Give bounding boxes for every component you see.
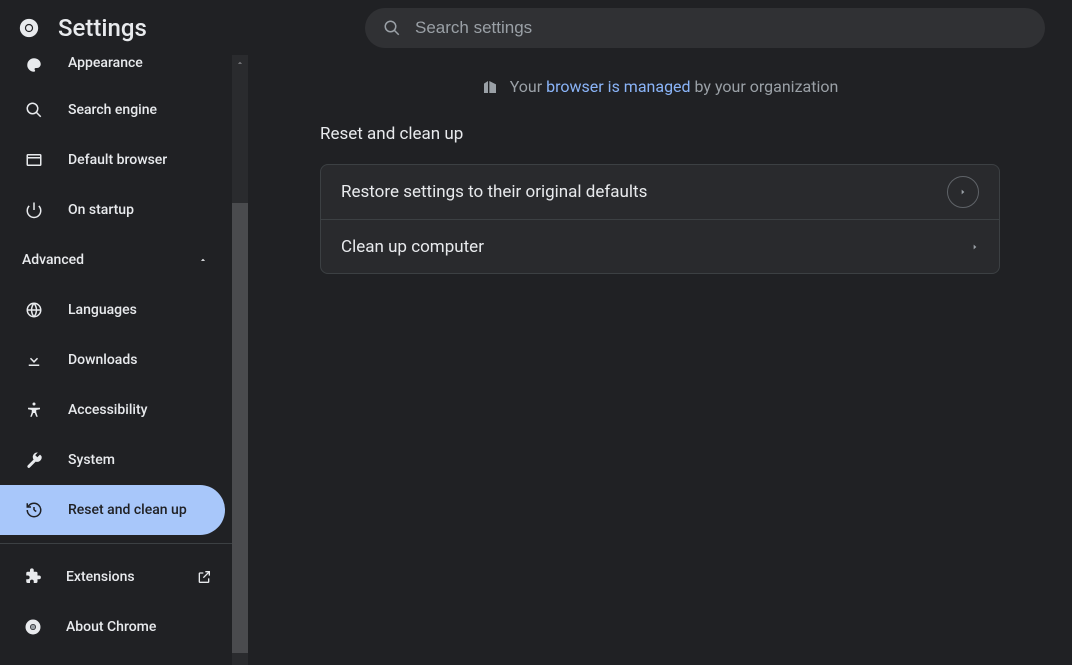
sidebar-item-about-chrome[interactable]: About Chrome <box>0 602 232 652</box>
sidebar-item-system[interactable]: System <box>0 435 232 485</box>
main-content: Your browser is managed by your organiza… <box>248 55 1072 665</box>
managed-text: Your browser is managed by your organiza… <box>510 77 839 96</box>
sidebar-item-label: Accessibility <box>68 402 147 418</box>
arrow-right-circle-icon[interactable] <box>947 176 979 208</box>
row-label: Restore settings to their original defau… <box>341 182 647 202</box>
extension-icon <box>24 568 42 586</box>
sidebar-item-default-browser[interactable]: Default browser <box>0 135 232 185</box>
scrollbar-thumb[interactable] <box>232 203 248 653</box>
globe-icon <box>24 300 44 320</box>
sidebar-item-label: Search engine <box>68 102 157 118</box>
page-title: Settings <box>58 14 147 42</box>
sidebar-item-label: Appearance <box>68 55 143 71</box>
sidebar-item-label: Downloads <box>68 352 137 368</box>
row-restore-settings[interactable]: Restore settings to their original defau… <box>321 165 999 219</box>
sidebar-item-label: On startup <box>68 202 134 218</box>
sidebar-item-downloads[interactable]: Downloads <box>0 335 232 385</box>
sidebar-item-label: About Chrome <box>66 619 156 635</box>
settings-card: Restore settings to their original defau… <box>320 164 1000 274</box>
sidebar-item-label: System <box>68 452 115 468</box>
row-clean-up-computer[interactable]: Clean up computer <box>321 219 999 273</box>
managed-banner: Your browser is managed by your organiza… <box>482 77 839 96</box>
row-label: Clean up computer <box>341 237 484 257</box>
search-icon <box>24 100 44 120</box>
arrow-right-icon <box>971 243 979 251</box>
sidebar-item-accessibility[interactable]: Accessibility <box>0 385 232 435</box>
sidebar-item-appearance[interactable]: Appearance <box>0 55 232 85</box>
chrome-logo-icon <box>18 17 40 39</box>
sidebar-item-reset[interactable]: Reset and clean up <box>0 485 225 535</box>
restore-icon <box>24 500 44 520</box>
download-icon <box>24 350 44 370</box>
search-bar[interactable] <box>365 8 1045 48</box>
sidebar-item-label: Extensions <box>66 569 135 585</box>
managed-link[interactable]: browser is managed <box>546 77 690 96</box>
building-icon <box>482 79 498 95</box>
external-link-icon <box>196 569 212 585</box>
browser-icon <box>24 150 44 170</box>
scrollbar[interactable] <box>232 55 248 665</box>
chevron-up-icon <box>198 255 208 265</box>
section-title: Reset and clean up <box>320 124 1000 144</box>
paint-icon <box>24 55 44 75</box>
search-icon <box>383 19 401 37</box>
app-header: Settings <box>0 0 1072 55</box>
sidebar-section-advanced[interactable]: Advanced <box>0 235 232 285</box>
accessibility-icon <box>24 400 44 420</box>
sidebar-item-on-startup[interactable]: On startup <box>0 185 232 235</box>
sidebar-item-label: Reset and clean up <box>68 502 187 518</box>
sidebar-item-label: Languages <box>68 302 137 318</box>
sidebar-item-extensions[interactable]: Extensions <box>0 552 232 602</box>
chrome-icon <box>24 618 42 636</box>
search-input[interactable] <box>415 18 1027 38</box>
sidebar-item-languages[interactable]: Languages <box>0 285 232 335</box>
sidebar: Appearance Search engine Default browser… <box>0 55 248 665</box>
divider <box>0 543 232 544</box>
sidebar-item-search-engine[interactable]: Search engine <box>0 85 232 135</box>
power-icon <box>24 200 44 220</box>
sidebar-section-label: Advanced <box>22 252 84 268</box>
header-left: Settings <box>0 14 147 42</box>
sidebar-item-label: Default browser <box>68 152 167 168</box>
scrollbar-up-icon[interactable] <box>232 55 248 71</box>
wrench-icon <box>24 450 44 470</box>
